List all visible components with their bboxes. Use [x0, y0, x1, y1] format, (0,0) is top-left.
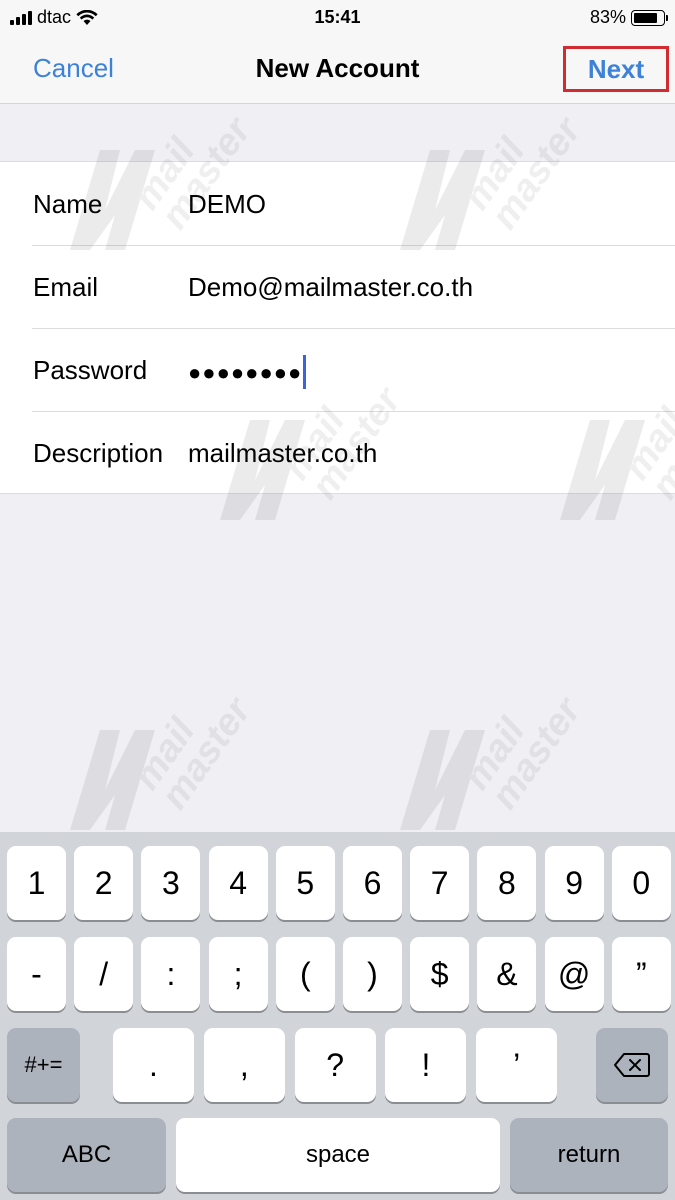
cancel-button[interactable]: Cancel	[33, 53, 114, 84]
battery-fill	[634, 12, 658, 23]
symbols-toggle-key[interactable]: #+=	[7, 1028, 80, 1102]
form-row-name[interactable]: Name DEMO	[0, 162, 675, 245]
watermark-logo: mailmaster	[60, 690, 259, 840]
key-row1-4[interactable]: 5	[275, 846, 335, 920]
email-label: Email	[33, 272, 99, 302]
key-row3-2[interactable]: ?	[294, 1028, 376, 1102]
watermark-text: mailmaster	[455, 690, 590, 817]
key-row3-3[interactable]: !	[385, 1028, 467, 1102]
return-key[interactable]: return	[510, 1118, 668, 1192]
key-row1-8[interactable]: 9	[544, 846, 604, 920]
text-cursor	[303, 355, 307, 389]
key-row1-6[interactable]: 7	[410, 846, 470, 920]
key-row2-7[interactable]: &	[477, 937, 537, 1011]
watermark-logo: mailmaster	[390, 690, 589, 840]
password-field[interactable]: ●●●●●●●●	[188, 355, 307, 391]
key-row2-5[interactable]: )	[343, 937, 402, 1011]
key-row1-9[interactable]: 0	[611, 846, 671, 920]
key-row1-2[interactable]: 3	[141, 846, 201, 920]
status-time: 15:41	[314, 7, 361, 27]
backspace-icon	[614, 1053, 650, 1077]
keyboard: #+= ABC space return 1 2 3 4 5 6 7 8 9 0 - /:;() $ & @…	[0, 832, 675, 1200]
key-row2-2[interactable]: :	[141, 937, 201, 1011]
key-row2-3[interactable]: ;	[208, 937, 268, 1011]
key-row3-0[interactable]: .	[113, 1028, 194, 1102]
key-row1-0[interactable]: 1	[7, 846, 66, 920]
key-row2-4[interactable]: (	[275, 937, 335, 1011]
description-field[interactable]: mailmaster.co.th	[188, 438, 377, 469]
key-row1-1[interactable]: 2	[74, 846, 134, 920]
key-row2-0[interactable]: -	[7, 937, 66, 1011]
key-row2-8[interactable]: @	[544, 937, 604, 1011]
next-button[interactable]: Next	[588, 54, 644, 85]
navigation-bar: Cancel New Account Next	[0, 36, 675, 104]
key-row3-4[interactable]: ’	[476, 1028, 558, 1102]
form-row-password[interactable]: Password ●●●●●●●●	[0, 328, 675, 411]
form-row-description[interactable]: Description mailmaster.co.th	[0, 411, 675, 494]
key-row1-3[interactable]: 4	[208, 846, 268, 920]
battery-icon	[631, 9, 668, 26]
email-field[interactable]: Demo@mailmaster.co.th	[188, 272, 473, 303]
status-bar: dtac 15:41 83%	[0, 0, 675, 36]
key-row1-5[interactable]: 6	[343, 846, 402, 920]
password-label: Password	[33, 355, 148, 385]
password-dots: ●●●●●●●●	[188, 359, 303, 385]
next-button-highlight[interactable]: Next	[563, 46, 669, 92]
battery-percent: 83%	[589, 7, 626, 27]
name-label: Name	[33, 189, 103, 219]
watermark-text: mailmaster	[125, 690, 260, 817]
abc-key[interactable]: ABC	[7, 1118, 166, 1192]
backspace-key[interactable]	[596, 1028, 668, 1102]
description-label: Description	[33, 438, 164, 468]
key-row1-7[interactable]: 8	[477, 846, 537, 920]
key-row2-1[interactable]: /	[74, 937, 134, 1011]
key-row2-6[interactable]: $	[410, 937, 470, 1011]
name-field[interactable]: DEMO	[188, 189, 266, 220]
key-row2-9[interactable]: ”	[611, 937, 671, 1011]
key-row3-1[interactable]: ,	[203, 1028, 285, 1102]
form-row-email[interactable]: Email Demo@mailmaster.co.th	[0, 245, 675, 328]
space-key[interactable]: space	[176, 1118, 500, 1192]
account-form: Name DEMO Email Demo@mailmaster.co.th Pa…	[0, 161, 675, 494]
